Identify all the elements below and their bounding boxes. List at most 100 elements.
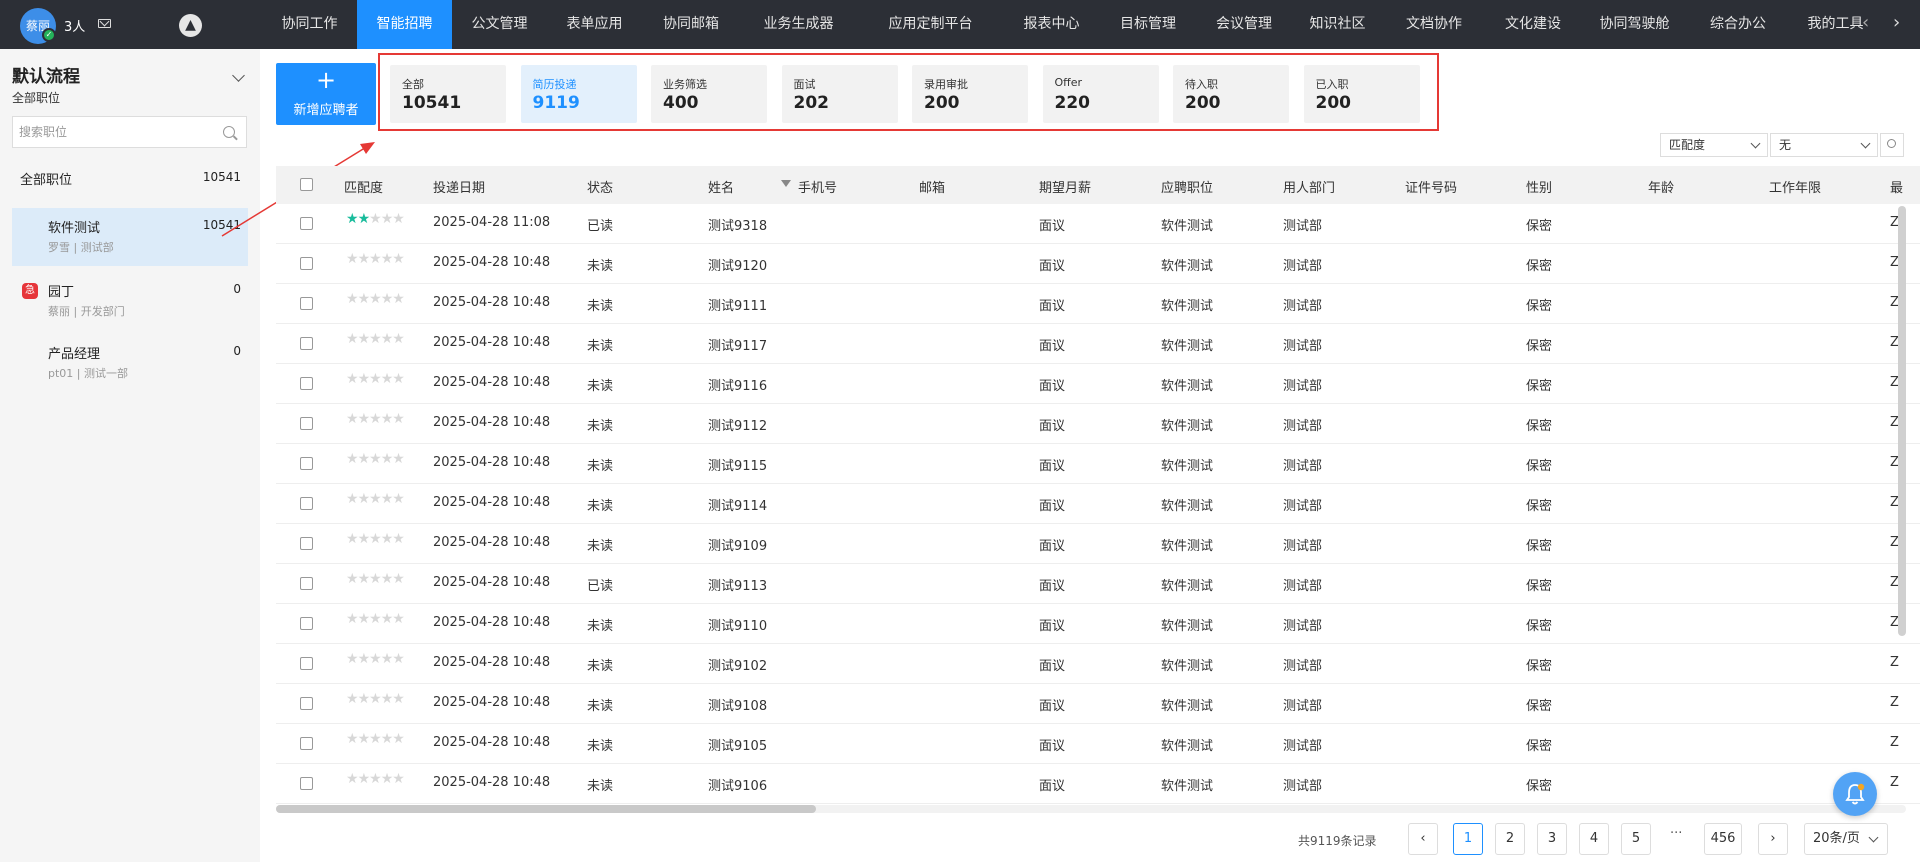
column-header[interactable]: 证件号码	[1405, 177, 1457, 196]
table-row[interactable]: ★★★★★ 2025-04-28 10:48 未读 测试9114 面议 软件测试 测试部 保密…	[276, 484, 1920, 524]
pagination-ellipsis[interactable]: ···	[1670, 826, 1682, 841]
column-header[interactable]: 应聘职位	[1161, 177, 1213, 196]
row-checkbox[interactable]	[300, 417, 313, 430]
nav-prev-icon[interactable]: ‹	[1862, 12, 1869, 33]
table-row[interactable]: ★★★★★ 2025-04-28 10:48 未读 测试9116 面议 软件测试 测试部 保密…	[276, 364, 1920, 404]
search-icon[interactable]	[223, 126, 235, 138]
gender-cell: 保密	[1526, 619, 1553, 634]
position-search-input[interactable]: 搜索职位	[12, 116, 247, 148]
table-row[interactable]: ★★★★★ 2025-04-28 10:48 未读 测试9120 面议 软件测试 测试部 保密…	[276, 244, 1920, 284]
chevron-down-icon[interactable]	[232, 69, 245, 82]
horizontal-scrollbar-thumb[interactable]	[276, 805, 816, 813]
table-row[interactable]: ★★★★★ 2025-04-28 10:48 未读 测试9106 面议 软件测试 测试部 保密…	[276, 764, 1920, 804]
row-checkbox[interactable]	[300, 617, 313, 630]
row-checkbox[interactable]	[300, 657, 313, 670]
column-header[interactable]: 手机号	[798, 177, 837, 196]
date-cell: 2025-04-28 10:48	[433, 455, 551, 470]
column-header[interactable]: 投递日期	[433, 177, 485, 196]
star-icon: ★	[357, 731, 371, 747]
select-all-checkbox[interactable]	[300, 178, 313, 191]
page-number-button[interactable]: 5	[1621, 823, 1651, 855]
column-header[interactable]: 年龄	[1648, 177, 1674, 196]
star-icon: ★	[357, 571, 371, 587]
row-checkbox[interactable]	[300, 737, 313, 750]
nav-item[interactable]: 文化建设	[1485, 0, 1581, 49]
star-icon: ★	[392, 371, 405, 387]
table-row[interactable]: ★★★★★ 2025-04-28 10:48 未读 测试9108 面议 软件测试 测试部 保密…	[276, 684, 1920, 724]
star-icon: ★	[357, 211, 371, 227]
row-checkbox[interactable]	[300, 377, 313, 390]
nav-item[interactable]: 综合办公	[1688, 0, 1788, 49]
logo-icon[interactable]: ▲	[179, 14, 202, 37]
nav-item[interactable]: 协同工作	[262, 0, 357, 49]
nav-item[interactable]: 表单应用	[547, 0, 642, 49]
sort-by-select[interactable]: 匹配度	[1660, 133, 1768, 157]
column-header[interactable]: 性别	[1526, 177, 1552, 196]
table-row[interactable]: ★★★★★ 2025-04-28 10:48 未读 测试9115 面议 软件测试 测试部 保密…	[276, 444, 1920, 484]
column-header[interactable]: 工作年限	[1769, 177, 1821, 196]
vertical-scrollbar-thumb[interactable]	[1898, 206, 1906, 636]
column-header[interactable]: 邮箱	[919, 177, 945, 196]
page-number-button[interactable]: 2	[1495, 823, 1525, 855]
nav-item[interactable]: 会议管理	[1196, 0, 1292, 49]
column-header[interactable]: 状态	[587, 177, 613, 196]
table-row[interactable]: ★★★★★ 2025-04-28 10:48 未读 测试9112 面议 软件测试 测试部 保密…	[276, 404, 1920, 444]
star-icon: ★	[392, 491, 405, 507]
notification-bell-button[interactable]	[1833, 772, 1877, 816]
table-row[interactable]: ★★★★★ 2025-04-28 10:48 未读 测试9109 面议 软件测试 测试部 保密…	[276, 524, 1920, 564]
column-header[interactable]: 期望月薪	[1039, 177, 1091, 196]
column-header[interactable]: 匹配度	[344, 177, 383, 196]
nav-item[interactable]: 协同驾驶舱	[1581, 0, 1688, 49]
table-row[interactable]: ★★★★★ 2025-04-28 10:48 未读 测试9102 面议 软件测试 测试部 保密…	[276, 644, 1920, 684]
department-cell: 测试部	[1283, 659, 1323, 674]
table-row[interactable]: ★★★★★ 2025-04-28 11:08 已读 测试9318 面议 软件测试 测试部 保密…	[276, 204, 1920, 244]
page-number-button[interactable]: 3	[1537, 823, 1567, 855]
row-checkbox[interactable]	[300, 337, 313, 350]
filter-value-select[interactable]: 无	[1770, 133, 1878, 157]
table-row[interactable]: ★★★★★ 2025-04-28 10:48 未读 测试9110 面议 软件测试 测试部 保密…	[276, 604, 1920, 644]
nav-item[interactable]: 文档协作	[1383, 0, 1485, 49]
gender-cell: 保密	[1526, 499, 1553, 514]
online-user-count[interactable]: 3人	[64, 16, 85, 35]
last-page-button[interactable]: 456	[1704, 823, 1742, 855]
name-cell: 测试9318	[708, 219, 768, 234]
star-icon: ★	[346, 491, 359, 507]
nav-next-icon[interactable]: ›	[1893, 12, 1900, 33]
table-row[interactable]: ★★★★★ 2025-04-28 10:48 未读 测试9111 面议 软件测试 测试部 保密…	[276, 284, 1920, 324]
nav-item[interactable]: 协同邮箱	[643, 0, 739, 49]
filter-search-button[interactable]	[1880, 133, 1904, 157]
mail-icon[interactable]	[98, 19, 111, 28]
column-header[interactable]: 用人部门	[1283, 177, 1335, 196]
row-checkbox[interactable]	[300, 217, 313, 230]
row-checkbox[interactable]	[300, 297, 313, 310]
page-number-button[interactable]: 4	[1579, 823, 1609, 855]
table-row[interactable]: ★★★★★ 2025-04-28 10:48 已读 测试9113 面议 软件测试 测试部 保密…	[276, 564, 1920, 604]
add-applicant-button[interactable]: + 新增应聘者	[276, 63, 376, 125]
table-row[interactable]: ★★★★★ 2025-04-28 10:48 未读 测试9105 面议 软件测试 测试部 保密…	[276, 724, 1920, 764]
nav-item[interactable]: 公文管理	[452, 0, 547, 49]
row-checkbox[interactable]	[300, 577, 313, 590]
prev-page-button[interactable]: ‹	[1408, 823, 1438, 855]
row-checkbox[interactable]	[300, 777, 313, 790]
nav-item[interactable]: 业务生成器	[740, 0, 857, 49]
page-size-select[interactable]: 20条/页	[1804, 823, 1888, 855]
row-checkbox[interactable]	[300, 257, 313, 270]
column-header[interactable]: 姓名	[708, 177, 734, 196]
next-page-button[interactable]: ›	[1758, 823, 1788, 855]
page-number-button[interactable]: 1	[1453, 823, 1483, 855]
row-checkbox[interactable]	[300, 697, 313, 710]
nav-item[interactable]: 知识社区	[1292, 0, 1383, 49]
row-checkbox[interactable]	[300, 537, 313, 550]
row-checkbox[interactable]	[300, 457, 313, 470]
nav-item[interactable]: 智能招聘	[357, 0, 452, 49]
nav-item[interactable]: 目标管理	[1100, 0, 1196, 49]
star-icon: ★	[346, 611, 359, 627]
nav-item[interactable]: 应用定制平台	[858, 0, 1003, 49]
salary-cell: 面议	[1039, 219, 1066, 234]
nav-item[interactable]: 报表中心	[1003, 0, 1100, 49]
search-icon	[1887, 139, 1896, 148]
column-header[interactable]: 最	[1890, 177, 1903, 196]
row-checkbox[interactable]	[300, 497, 313, 510]
sort-desc-icon[interactable]	[781, 180, 791, 187]
table-row[interactable]: ★★★★★ 2025-04-28 10:48 未读 测试9117 面议 软件测试 测试部 保密…	[276, 324, 1920, 364]
